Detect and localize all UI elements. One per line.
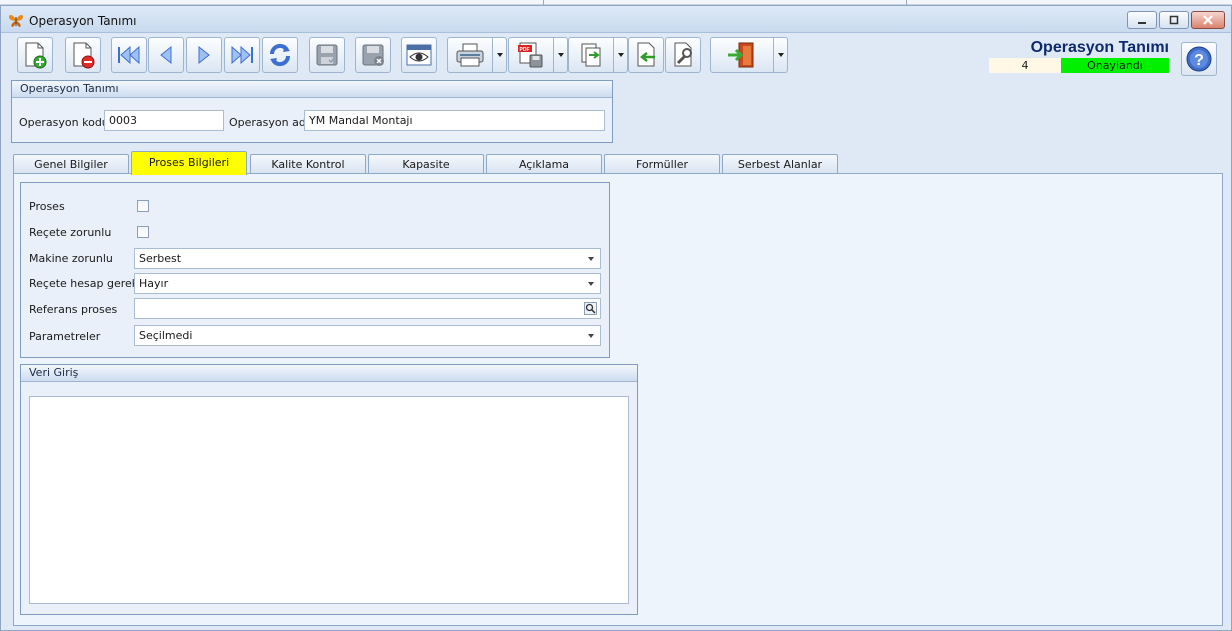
veri-giris-title: Veri Giriş [21,365,637,382]
tab-proses-bilgileri[interactable]: Proses Bilgileri [131,151,247,175]
pdf-export-icon: PDF [518,42,543,68]
export-icon [581,43,601,67]
operation-name-label: Operasyon adı [229,116,309,129]
previous-record-button[interactable] [148,37,184,73]
recete-hesap-label: Reçete hesap gerekli [29,277,145,290]
chevron-down-icon [588,334,594,338]
next-record-button[interactable] [186,37,222,73]
save-icon [316,44,338,66]
first-record-icon [118,45,140,65]
delete-button[interactable] [65,37,101,73]
record-count: 4 [989,58,1061,73]
operation-code-label: Operasyon kodu [19,116,109,129]
preview-button[interactable] [401,37,437,73]
svg-text:PDF: PDF [520,47,530,53]
referans-proses-field[interactable] [134,298,601,319]
search-icon[interactable] [584,302,597,315]
recete-zorunlu-label: Reçete zorunlu [29,226,112,239]
operation-group-title: Operasyon Tanımı [12,81,612,98]
pdf-export-button[interactable]: PDF [508,37,554,73]
window-controls [1127,11,1225,29]
save-cancel-button[interactable] [355,37,391,73]
operation-name-field[interactable]: YM Mandal Montajı [304,110,605,131]
minimize-button[interactable] [1127,11,1157,29]
tab-panel: Proses Reçete zorunlu Makine zorunlu Ser… [13,173,1223,626]
tab-serbest-alanlar[interactable]: Serbest Alanlar [722,154,838,174]
first-record-button[interactable] [111,37,147,73]
tab-formuller[interactable]: Formüller [604,154,720,174]
tab-genel-bilgiler[interactable]: Genel Bilgiler [13,154,129,174]
referans-proses-label: Referans proses [29,303,118,316]
import-button[interactable] [628,37,664,73]
veri-giris-group: Veri Giriş [20,364,638,615]
help-button[interactable]: ? [1181,42,1217,76]
header-title-area: Operasyon Tanımı [1031,39,1169,57]
save-cancel-icon [362,44,384,66]
refresh-icon [269,43,291,67]
export-button[interactable] [568,37,614,73]
operation-group: Operasyon Tanımı Operasyon kodu 0003 Ope… [11,80,613,143]
recete-hesap-value: Hayır [139,277,169,290]
tab-aciklama[interactable]: Açıklama [486,154,602,174]
operation-code-field[interactable]: 0003 [104,110,224,131]
header-title: Operasyon Tanımı [1030,39,1169,56]
wrench-icon [674,42,692,67]
next-record-icon [198,45,210,65]
main-window: Operasyon Tanımı PDF Operasyon Tanımı 4 … [0,5,1232,631]
window-title: Operasyon Tanımı [29,14,137,28]
status-badge: Onaylandı [1061,58,1169,73]
new-document-icon [25,42,47,69]
pdf-export-dropdown[interactable] [554,37,568,73]
parametreler-value: Seçilmedi [139,329,193,342]
close-icon [1203,15,1213,25]
toolbar: PDF [17,37,797,75]
minimize-icon [1138,22,1146,24]
process-settings-group: Proses Reçete zorunlu Makine zorunlu Ser… [20,182,610,358]
makine-zorunlu-label: Makine zorunlu [29,252,113,265]
help-icon: ? [1186,46,1212,72]
makine-zorunlu-select[interactable]: Serbest [134,248,601,269]
veri-giris-textarea[interactable] [29,396,629,604]
svg-text:?: ? [1194,52,1204,69]
refresh-button[interactable] [262,37,298,73]
parametreler-select[interactable]: Seçilmedi [134,325,601,346]
chevron-down-icon [588,257,594,261]
new-button[interactable] [17,37,53,73]
maximize-button[interactable] [1159,11,1189,29]
print-button[interactable] [447,37,493,73]
printer-icon [456,43,484,67]
makine-zorunlu-value: Serbest [139,252,182,265]
last-record-icon [231,45,253,65]
export-dropdown[interactable] [614,37,628,73]
exit-dropdown[interactable] [774,37,788,73]
chevron-down-icon [588,282,594,286]
print-dropdown[interactable] [493,37,507,73]
tab-kalite-kontrol[interactable]: Kalite Kontrol [250,154,366,174]
delete-document-icon [73,42,95,69]
maximize-icon [1169,15,1179,25]
proses-label: Proses [29,200,65,213]
previous-record-icon [160,45,172,65]
last-record-button[interactable] [224,37,260,73]
save-button[interactable] [309,37,345,73]
proses-checkbox[interactable] [137,200,149,212]
settings-button[interactable] [665,37,701,73]
title-bar: Operasyon Tanımı [1,6,1231,33]
recete-hesap-select[interactable]: Hayır [134,273,601,294]
parametreler-label: Parametreler [29,330,101,343]
tab-kapasite[interactable]: Kapasite [368,154,484,174]
recete-zorunlu-checkbox[interactable] [137,226,149,238]
status-row: 4 Onaylandı [989,58,1169,73]
close-button[interactable] [1191,11,1225,29]
exit-button[interactable] [710,37,774,73]
exit-door-icon [728,42,754,68]
butterfly-icon [9,15,23,27]
import-icon [637,42,655,67]
preview-eye-icon [406,44,432,66]
